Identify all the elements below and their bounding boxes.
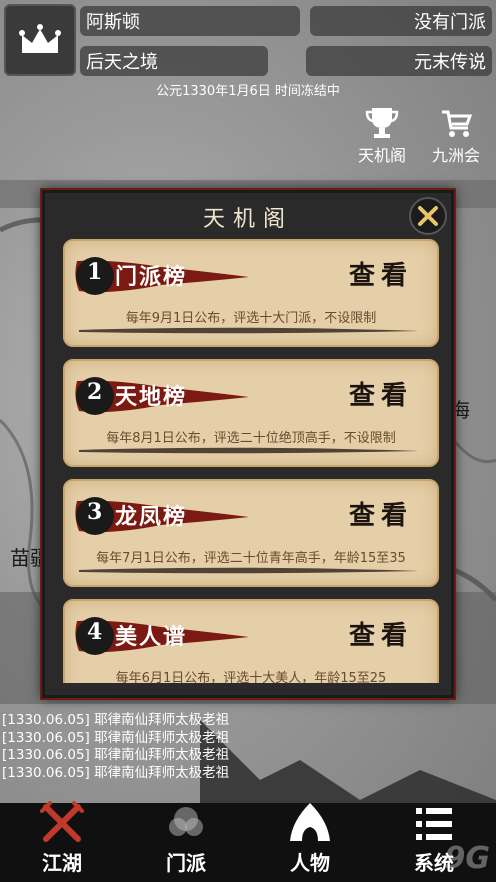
ranking-card-tiandi[interactable]: 2 天地榜 查看 每年8月1日公布，评选二十位绝顶高手，不设限制: [63, 359, 439, 467]
tianjige-label: 天机阁: [357, 146, 406, 165]
view-button[interactable]: 查看: [349, 615, 413, 652]
ranking-number: 3: [87, 499, 103, 525]
jiuzhouhui-button[interactable]: 九洲会: [426, 102, 486, 166]
ranking-desc: 每年7月1日公布，评选二十位青年高手，年龄15至35: [96, 551, 406, 566]
player-avatar[interactable]: [4, 4, 76, 76]
ranking-name: 龙凤榜: [115, 504, 188, 530]
ranking-card-meiren[interactable]: 4 美人谱 查看 每年6月1日公布，评选十大美人，年龄15至25: [63, 599, 439, 683]
menu-list-icon: [416, 808, 452, 840]
ranking-desc: 每年6月1日公布，评选十大美人，年龄15至25: [115, 671, 387, 683]
player-realm: 后天之境: [80, 46, 268, 76]
nav-jianghu[interactable]: 江湖: [0, 801, 124, 882]
ranking-number: 4: [87, 619, 103, 645]
bottom-nav: 江湖 门派 人物 系统 9G: [0, 801, 496, 882]
tianjige-dialog: 天机阁 1 门派榜 查看 每年9月1日公布，评选十大门派，不设限制 2 天地榜 …: [42, 190, 454, 698]
ranking-name: 门派榜: [115, 264, 188, 290]
log-entry: [1330.06.05] 耶律南仙拜师太极老祖: [2, 764, 230, 781]
dialog-title: 天机阁: [202, 207, 293, 232]
log-entry: [1330.06.05] 耶律南仙拜师太极老祖: [2, 747, 230, 763]
date-status: 公元1330年1月6日 时间冻结中: [156, 84, 340, 99]
ranking-number: 1: [87, 259, 103, 285]
trophy-icon: [365, 108, 399, 138]
crossed-swords-icon: [40, 801, 84, 842]
view-button[interactable]: 查看: [349, 375, 413, 412]
ranking-card-longfeng[interactable]: 3 龙凤榜 查看 每年7月1日公布，评选二十位青年高手，年龄15至35: [63, 479, 439, 587]
jiuzhouhui-label: 九洲会: [431, 146, 480, 165]
nav-menpai[interactable]: 门派: [124, 803, 248, 882]
view-button[interactable]: 查看: [349, 495, 413, 532]
nav-label: 江湖: [42, 851, 82, 875]
tianjige-button[interactable]: 天机阁: [352, 102, 412, 166]
nav-label: 门派: [166, 851, 206, 875]
nav-renwu[interactable]: 人物: [248, 803, 372, 882]
log-entry: [1330.06.05] 耶律南仙拜师太极老祖: [2, 729, 230, 746]
event-log[interactable]: [1330.06.05] 耶律南仙拜师太极老祖 [1330.06.05] 耶律南…: [0, 712, 496, 802]
ink-underline: [79, 327, 419, 334]
ranking-desc: 每年9月1日公布，评选十大门派，不设限制: [125, 311, 377, 326]
ranking-number: 2: [87, 379, 103, 405]
ranking-desc: 每年8月1日公布，评选二十位绝顶高手，不设限制: [106, 431, 396, 446]
close-button[interactable]: [409, 197, 447, 235]
close-icon: [418, 206, 438, 226]
crown-icon: [19, 24, 61, 53]
player-name: 阿斯顿: [80, 6, 300, 36]
ink-underline: [79, 447, 419, 454]
player-sect: 没有门派: [310, 6, 492, 36]
view-button[interactable]: 查看: [349, 255, 413, 292]
game-era: 元末传说: [306, 46, 492, 76]
ink-underline: [79, 567, 419, 574]
ranking-name: 美人谱: [115, 624, 188, 650]
log-entry: [1330.06.05] 耶律南仙拜师太极老祖: [2, 712, 230, 728]
nav-label: 人物: [290, 851, 330, 875]
cart-icon: [442, 110, 473, 137]
ranking-name: 天地榜: [115, 384, 188, 410]
ranking-card-sect[interactable]: 1 门派榜 查看 每年9月1日公布，评选十大门派，不设限制: [63, 239, 439, 347]
sect-icon: [169, 807, 203, 836]
character-icon: [290, 803, 330, 841]
ranking-list[interactable]: 1 门派榜 查看 每年9月1日公布，评选十大门派，不设限制 2 天地榜 查看 每…: [63, 239, 439, 683]
watermark: 9G: [444, 841, 491, 876]
